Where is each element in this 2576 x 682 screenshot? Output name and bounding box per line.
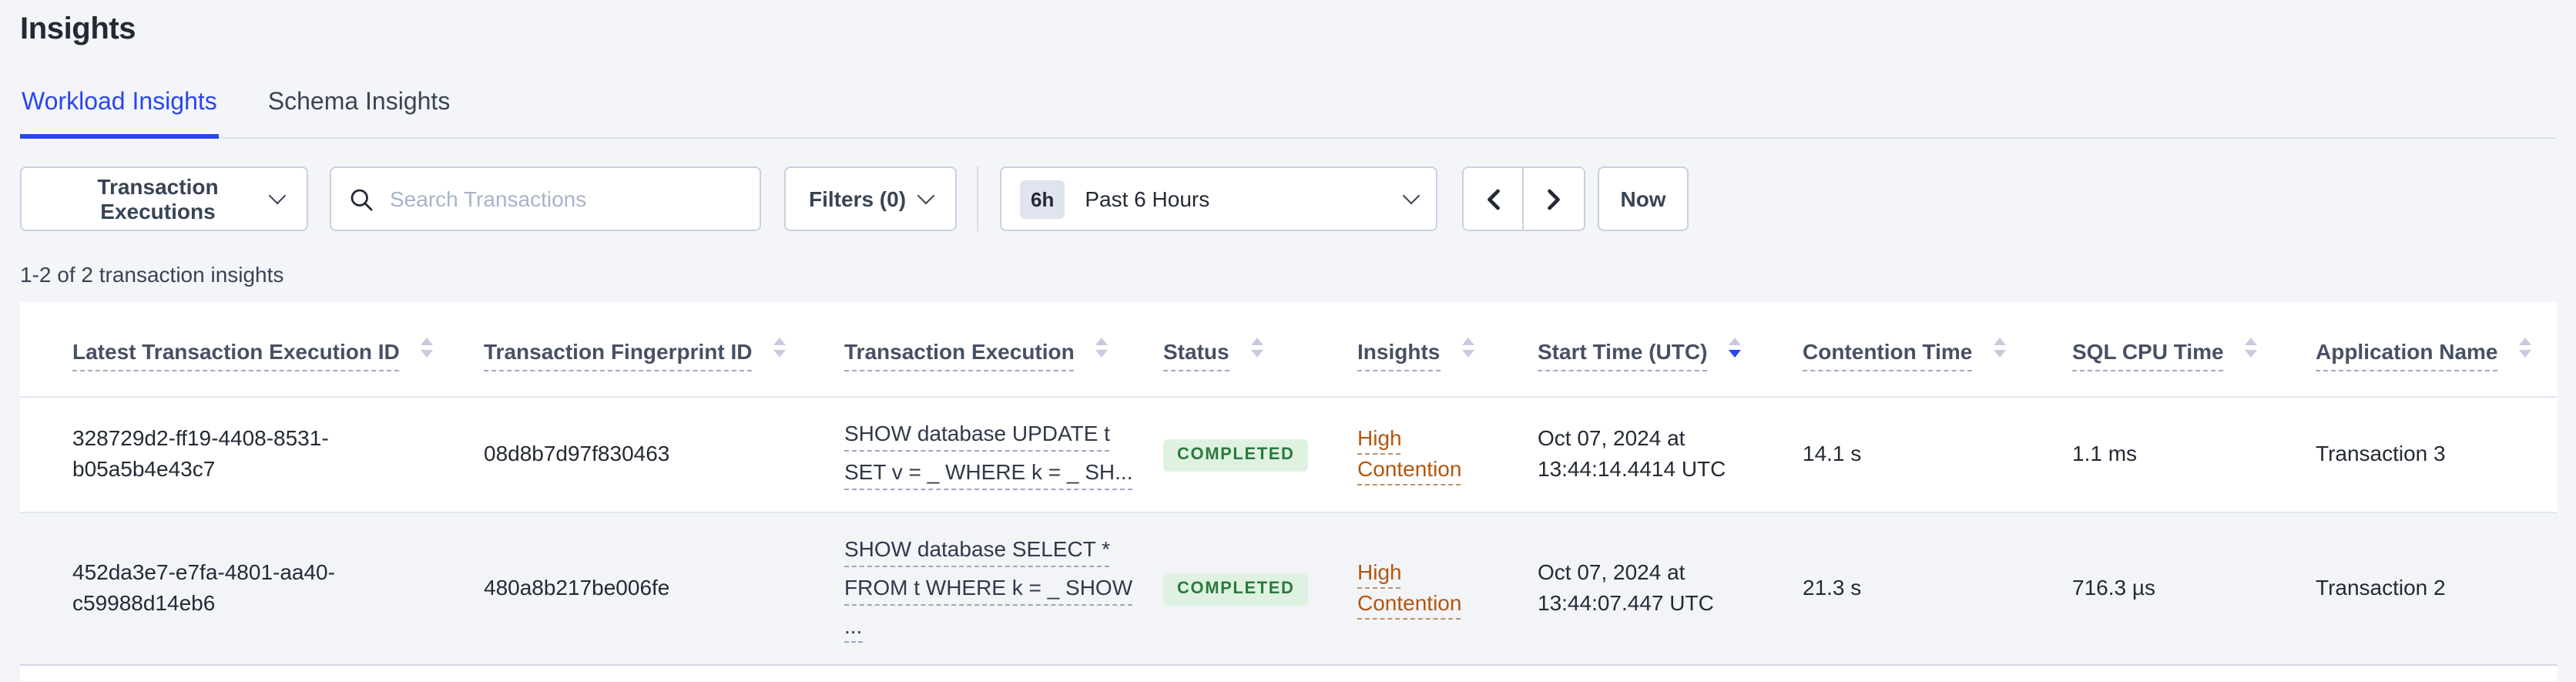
sort-icon bbox=[2519, 337, 2532, 358]
transaction-statement-link[interactable]: SHOW database SELECT * FROM t WHERE k = … bbox=[844, 535, 1133, 643]
chevron-left-icon bbox=[1487, 188, 1499, 210]
insights-page: Insights Workload Insights Schema Insigh… bbox=[0, 0, 2576, 682]
insight-link[interactable]: High Contention bbox=[1357, 559, 1461, 615]
tabs: Workload Insights Schema Insights bbox=[20, 83, 2556, 139]
fingerprint-id-cell: 08d8b7d97f830463 bbox=[484, 440, 670, 465]
chevron-down-icon bbox=[1402, 186, 1420, 205]
filters-label: Filters (0) bbox=[809, 186, 907, 211]
insights-cell: High Contention bbox=[1357, 397, 1538, 512]
insights-table-card: Latest Transaction Execution ID Transact… bbox=[20, 302, 2558, 682]
column-header-insights[interactable]: Insights bbox=[1357, 302, 1538, 397]
transaction-execution-cell: SHOW database SELECT * FROM t WHERE k = … bbox=[844, 512, 1163, 666]
now-button[interactable]: Now bbox=[1598, 166, 1689, 231]
transaction-type-label: Transaction Executions bbox=[97, 174, 219, 223]
status-cell: COMPLETED bbox=[1163, 512, 1357, 666]
time-step-buttons bbox=[1462, 166, 1586, 231]
column-header-application-name[interactable]: Application Name bbox=[2316, 302, 2558, 397]
time-range-badge: 6h bbox=[1020, 180, 1065, 218]
sort-icon-active-desc bbox=[1729, 337, 1742, 358]
table-row: 328729d2-ff19-4408-8531-b05a5b4e43c7 08d… bbox=[20, 397, 2558, 512]
sql-cpu-time-cell: 716.3 µs bbox=[2072, 575, 2155, 600]
column-header-latest-execution-id[interactable]: Latest Transaction Execution ID bbox=[20, 302, 484, 397]
sort-icon bbox=[773, 337, 787, 358]
insights-cell: High Contention bbox=[1357, 512, 1538, 666]
contention-time-cell: 21.3 s bbox=[1803, 575, 1862, 600]
chevron-down-icon bbox=[268, 186, 287, 205]
filters-button[interactable]: Filters (0) bbox=[784, 166, 958, 231]
time-next-button[interactable] bbox=[1524, 168, 1585, 230]
sort-icon bbox=[421, 337, 434, 358]
column-header-status[interactable]: Status bbox=[1163, 302, 1357, 397]
search-input[interactable] bbox=[387, 185, 741, 213]
chevron-right-icon bbox=[1548, 188, 1560, 210]
controls-bar: Transaction Executions Filters (0) 6h Pa… bbox=[20, 166, 2556, 231]
fingerprint-id-cell: 480a8b217be006fe bbox=[484, 575, 670, 600]
column-header-transaction-execution[interactable]: Transaction Execution bbox=[844, 302, 1163, 397]
table-header-row: Latest Transaction Execution ID Transact… bbox=[20, 302, 2558, 397]
time-range-picker[interactable]: 6h Past 6 Hours bbox=[1000, 166, 1438, 231]
transaction-type-dropdown[interactable]: Transaction Executions bbox=[20, 166, 308, 231]
table-row: 452da3e7-e7fa-4801-aa40-c59988d14eb6 480… bbox=[20, 512, 2558, 666]
sql-cpu-time-cell: 1.1 ms bbox=[2072, 440, 2138, 465]
status-badge: COMPLETED bbox=[1163, 573, 1309, 606]
tab-workload-insights[interactable]: Workload Insights bbox=[20, 83, 219, 139]
tab-schema-insights[interactable]: Schema Insights bbox=[267, 83, 452, 137]
results-count: 1-2 of 2 transaction insights bbox=[20, 262, 284, 287]
search-icon bbox=[351, 188, 373, 210]
time-prev-button[interactable] bbox=[1464, 168, 1524, 230]
sort-icon bbox=[1461, 337, 1474, 358]
page-title: Insights bbox=[20, 12, 136, 46]
insight-link[interactable]: High Contention bbox=[1357, 425, 1461, 481]
column-header-sql-cpu-time[interactable]: SQL CPU Time bbox=[2072, 302, 2316, 397]
search-box[interactable] bbox=[330, 166, 761, 231]
transaction-execution-cell: SHOW database UPDATE t SET v = _ WHERE k… bbox=[844, 397, 1163, 512]
sort-icon bbox=[1250, 337, 1263, 358]
column-header-fingerprint-id[interactable]: Transaction Fingerprint ID bbox=[484, 302, 844, 397]
transaction-statement-link[interactable]: SHOW database UPDATE t SET v = _ WHERE k… bbox=[844, 419, 1133, 490]
controls-divider bbox=[977, 166, 979, 231]
insights-table: Latest Transaction Execution ID Transact… bbox=[20, 302, 2558, 667]
start-time-cell: Oct 07, 2024 at 13:44:07.447 UTC bbox=[1538, 559, 1714, 616]
contention-time-cell: 14.1 s bbox=[1803, 440, 1862, 465]
time-range-label: Past 6 Hours bbox=[1085, 186, 1210, 211]
column-header-start-time[interactable]: Start Time (UTC) bbox=[1538, 302, 1803, 397]
sort-icon bbox=[1095, 337, 1109, 358]
application-name-cell: Transaction 2 bbox=[2316, 575, 2446, 600]
column-header-contention-time[interactable]: Contention Time bbox=[1803, 302, 2072, 397]
status-cell: COMPLETED bbox=[1163, 397, 1357, 512]
chevron-down-icon bbox=[917, 186, 935, 205]
status-badge: COMPLETED bbox=[1163, 438, 1309, 472]
execution-id-cell: 328729d2-ff19-4408-8531-b05a5b4e43c7 bbox=[72, 425, 329, 481]
sort-icon bbox=[2245, 337, 2258, 358]
application-name-cell: Transaction 3 bbox=[2316, 440, 2446, 465]
execution-id-cell: 452da3e7-e7fa-4801-aa40-c59988d14eb6 bbox=[72, 559, 335, 616]
start-time-cell: Oct 07, 2024 at 13:44:14.4414 UTC bbox=[1538, 425, 1726, 481]
sort-icon bbox=[1994, 337, 2007, 358]
